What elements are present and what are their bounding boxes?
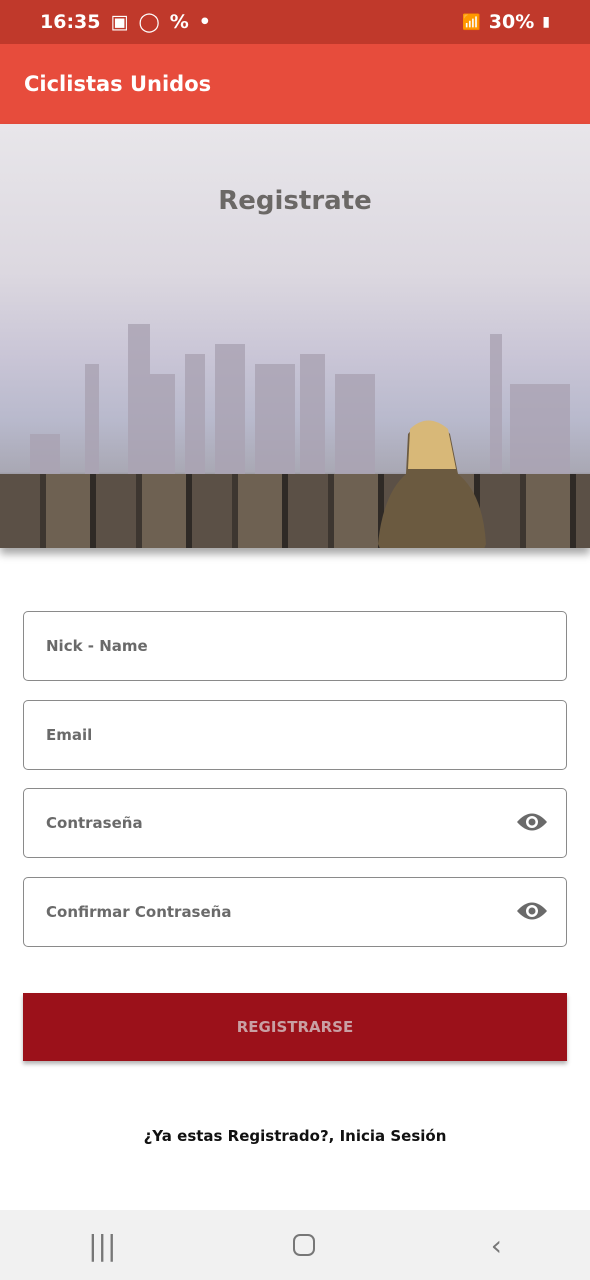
- register-button[interactable]: REGISTRARSE: [23, 993, 567, 1061]
- nickname-placeholder: Nick - Name: [46, 637, 148, 655]
- email-placeholder: Email: [46, 726, 93, 744]
- app-title: Ciclistas Unidos: [24, 72, 212, 96]
- hero-title: Registrate: [218, 186, 372, 216]
- hero-image: Registrate: [0, 124, 590, 548]
- password-placeholder: Contraseña: [46, 814, 143, 832]
- eye-icon[interactable]: [516, 811, 548, 833]
- app-bar: Ciclistas Unidos: [0, 44, 590, 124]
- status-bar: 16:35 ▣ ◯ % • 📶 30% ▮: [0, 0, 590, 44]
- gallery-icon: ▣: [110, 11, 129, 33]
- stone-wall: [0, 474, 590, 548]
- battery-percent: 30%: [488, 11, 535, 33]
- dot-icon: •: [198, 11, 211, 33]
- eye-icon[interactable]: [516, 900, 548, 922]
- clock: 16:35: [40, 11, 101, 33]
- app-notification-icon: %: [169, 11, 189, 33]
- confirm-password-placeholder: Confirmar Contraseña: [46, 903, 232, 921]
- recent-apps-icon[interactable]: |||: [88, 1229, 116, 1262]
- wifi-icon: 📶: [462, 13, 481, 31]
- password-input[interactable]: Contraseña: [23, 788, 567, 858]
- battery-icon: ▮: [542, 14, 550, 30]
- confirm-password-input[interactable]: Confirmar Contraseña: [23, 877, 567, 947]
- back-icon[interactable]: ‹: [491, 1229, 502, 1262]
- email-input[interactable]: Email: [23, 700, 567, 770]
- system-nav-bar: ||| ‹: [0, 1210, 590, 1280]
- home-icon[interactable]: [292, 1234, 315, 1256]
- login-link[interactable]: ¿Ya estas Registrado?, Inicia Sesión: [0, 1127, 590, 1145]
- whatsapp-icon: ◯: [138, 11, 160, 33]
- nickname-input[interactable]: Nick - Name: [23, 611, 567, 681]
- city-skyline: [30, 324, 570, 474]
- woman-figure: [378, 420, 486, 548]
